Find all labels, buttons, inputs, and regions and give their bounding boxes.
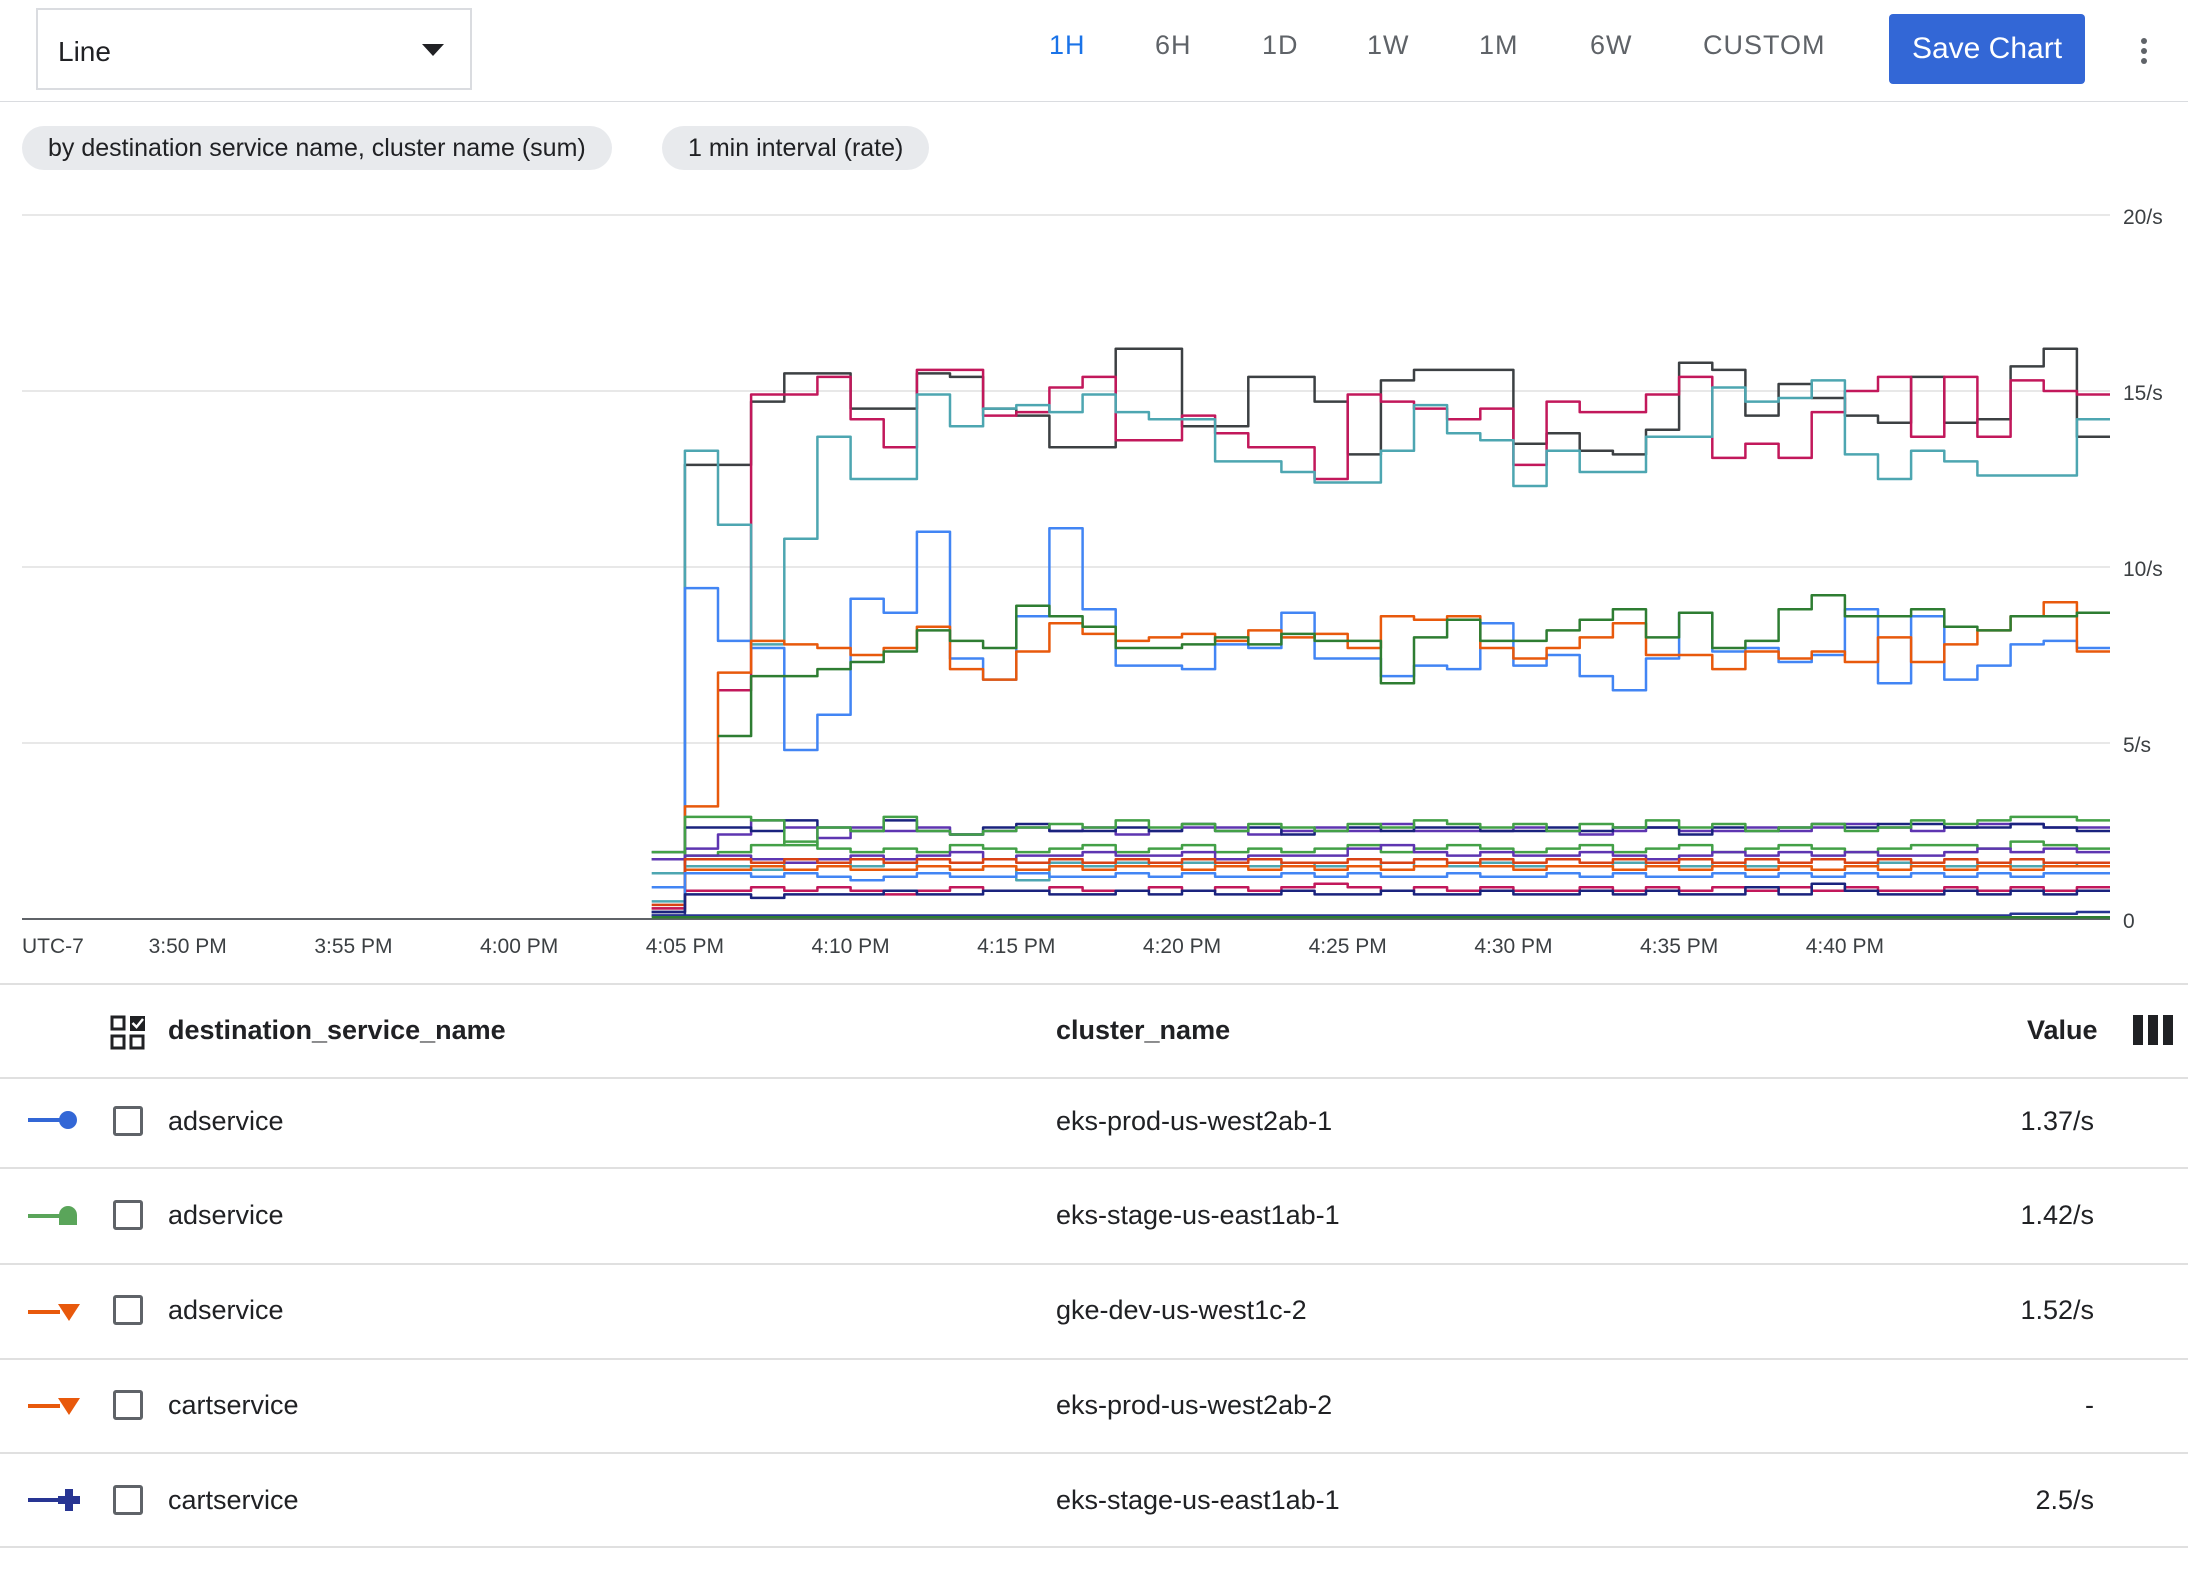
row-service-name: cartservice [168, 1485, 299, 1515]
x-tick-label: 4:25 PM [1309, 935, 1387, 958]
chart-toolbar: Line 1H 6H 1D 1W 1M 6W CUSTOM Save Chart [0, 0, 2188, 102]
x-tick-label: 3:55 PM [314, 935, 392, 958]
y-tick-label: 20/s [2123, 206, 2163, 229]
row-cluster-name: gke-dev-us-west1c-2 [1056, 1295, 1307, 1325]
more-vert-icon[interactable] [2135, 38, 2153, 72]
row-checkbox[interactable] [113, 1295, 143, 1325]
row-checkbox[interactable] [113, 1485, 143, 1515]
row-cluster-name: eks-stage-us-east1ab-1 [1056, 1485, 1340, 1515]
table-header-divider [0, 1077, 2188, 1079]
range-custom-button[interactable]: CUSTOM [1703, 30, 1826, 61]
row-value: 1.37/s [2020, 1106, 2094, 1136]
save-chart-button[interactable]: Save Chart [1889, 14, 2085, 84]
row-value: 1.42/s [2020, 1200, 2094, 1230]
range-6h-button[interactable]: 6H [1155, 30, 1192, 61]
range-1m-button[interactable]: 1M [1479, 30, 1519, 61]
y-tick-label: 10/s [2123, 558, 2163, 581]
x-tick-label: 4:20 PM [1143, 935, 1221, 958]
timezone-label: UTC-7 [22, 935, 84, 958]
row-cluster-name: eks-stage-us-east1ab-1 [1056, 1200, 1340, 1230]
chevron-down-icon [422, 44, 444, 56]
column-header-value[interactable]: Value [2027, 1015, 2098, 1046]
row-service-name: adservice [168, 1106, 284, 1136]
group-by-chip[interactable]: by destination service name, cluster nam… [22, 126, 612, 170]
line-chart: 0 5/s 10/s 15/s 20/s UTC-7 3:50 PM 3:55 PM 4:00 … [22, 206, 2163, 958]
series-line-14 [651, 882, 2110, 910]
row-service-name: cartservice [168, 1390, 299, 1420]
row-divider [0, 1546, 2188, 1548]
y-tick-label: 0 [2123, 910, 2135, 933]
row-divider [0, 1263, 2188, 1265]
chart-type-label: Line [58, 36, 111, 67]
interval-chip[interactable]: 1 min interval (rate) [662, 126, 930, 170]
x-tick-label: 3:50 PM [149, 935, 227, 958]
legend-plus-icon [28, 1489, 80, 1511]
x-tick-label: 4:30 PM [1474, 935, 1552, 958]
x-tick-label: 4:10 PM [811, 935, 889, 958]
table-top-divider [0, 983, 2188, 985]
row-service-name: adservice [168, 1200, 284, 1230]
legend-circle-icon [28, 1111, 77, 1129]
series-line-17 [651, 910, 2110, 917]
range-1d-button[interactable]: 1D [1262, 30, 1299, 61]
y-tick-label: 5/s [2123, 734, 2151, 757]
x-tick-label: 4:35 PM [1640, 935, 1718, 958]
row-cluster-name: eks-prod-us-west2ab-2 [1056, 1390, 1333, 1420]
row-divider [0, 1167, 2188, 1169]
range-1h-button[interactable]: 1H [1049, 30, 1086, 61]
row-cluster-name: eks-prod-us-west2ab-1 [1056, 1106, 1333, 1136]
range-6w-button[interactable]: 6W [1590, 30, 1633, 61]
row-checkbox[interactable] [113, 1390, 143, 1420]
row-value: 1.52/s [2020, 1295, 2094, 1325]
y-tick-label: 15/s [2123, 382, 2163, 405]
x-tick-label: 4:05 PM [646, 935, 724, 958]
chart-type-select[interactable]: Line [36, 8, 472, 90]
select-columns-icon[interactable] [110, 1015, 146, 1051]
row-divider [0, 1452, 2188, 1454]
x-tick-label: 4:15 PM [977, 935, 1055, 958]
row-value: 2.5/s [2035, 1485, 2094, 1515]
range-1w-button[interactable]: 1W [1367, 30, 1410, 61]
x-tick-label: 4:00 PM [480, 935, 558, 958]
row-checkbox[interactable] [113, 1106, 143, 1136]
legend-triangle-icon [28, 1304, 80, 1321]
column-settings-icon[interactable] [2133, 1015, 2173, 1045]
series-line-3 [651, 527, 2110, 889]
row-checkbox[interactable] [113, 1200, 143, 1230]
column-header-service[interactable]: destination_service_name [168, 1015, 506, 1046]
legend-triangle-icon [28, 1398, 80, 1415]
x-tick-label: 4:40 PM [1806, 935, 1884, 958]
column-header-cluster[interactable]: cluster_name [1056, 1015, 1230, 1046]
row-service-name: adservice [168, 1295, 284, 1325]
legend-bullet-icon [28, 1206, 77, 1225]
row-value: - [2085, 1390, 2094, 1420]
row-divider [0, 1358, 2188, 1360]
